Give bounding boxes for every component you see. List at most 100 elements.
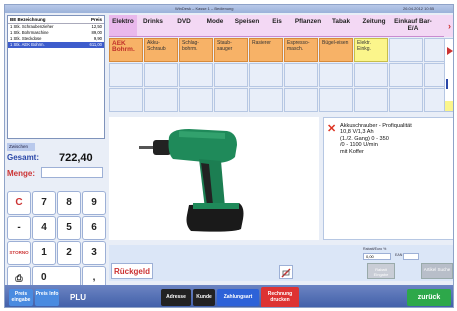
empty-article-button[interactable]	[179, 88, 213, 112]
article-button[interactable]: Elektr. Einkg.	[354, 38, 388, 62]
back-button[interactable]: zurück	[407, 289, 451, 306]
storno-key[interactable]: STORNO	[7, 241, 31, 265]
article-search-button[interactable]: Artikel Suche	[421, 263, 453, 279]
quantity-label: Menge:	[7, 169, 35, 178]
title-bar: WinDesk – Kasse 1 – Bedienung 26.04.2012…	[5, 5, 453, 13]
action-bar: Rückgeld Rabatt/Euro % 0,00 EAN Rabatt E…	[109, 245, 453, 281]
yellow-marker	[445, 101, 453, 111]
empty-article-button[interactable]	[389, 63, 423, 87]
window-title: WinDesk – Kasse 1 – Bedienung	[175, 6, 234, 11]
discount-entry-button[interactable]: Rabatt Eingabe	[367, 263, 395, 279]
next-page-arrow-icon[interactable]	[447, 47, 453, 55]
key-9[interactable]: 9	[82, 191, 106, 215]
cordless-drill-image	[139, 129, 244, 232]
price-entry-button[interactable]: Preis eingabe	[9, 289, 33, 306]
total-label: Gesamt:	[7, 153, 40, 162]
empty-article-button[interactable]	[319, 88, 353, 112]
minus-key[interactable]: -	[7, 216, 31, 240]
empty-article-button[interactable]	[284, 88, 318, 112]
bottom-toolbar: Preis eingabe Preis Info PLU Adresse Kun…	[5, 285, 453, 307]
key-7[interactable]: 7	[32, 191, 56, 215]
payment-method-button[interactable]: Zahlungsart	[217, 289, 259, 306]
category-tab[interactable]: Speisen	[231, 15, 263, 36]
empty-article-button[interactable]	[389, 38, 423, 62]
empty-article-button[interactable]	[109, 63, 143, 87]
empty-article-button[interactable]	[284, 63, 318, 87]
ean-label: EAN	[395, 253, 403, 257]
empty-article-button[interactable]	[109, 88, 143, 112]
receipt-header-left: BE Bezeichnung	[10, 17, 46, 22]
empty-article-button[interactable]	[354, 88, 388, 112]
category-tab[interactable]: Eis	[263, 15, 291, 36]
article-button[interactable]: Espresso-masch.	[284, 38, 318, 62]
grid-scroll-strip[interactable]	[444, 38, 453, 112]
empty-article-button[interactable]	[144, 88, 178, 112]
product-description: Akkuschrauber - Profiqualität 10,8 V/1,3…	[340, 123, 412, 155]
print-invoice-button[interactable]: Rechnung drucken	[261, 287, 299, 307]
customer-button[interactable]: Kunde	[193, 289, 215, 306]
category-tab[interactable]: Einkauf Bar-E/A	[391, 15, 435, 36]
article-button[interactable]: Schlag-bohrm.	[179, 38, 213, 62]
empty-article-button[interactable]	[179, 63, 213, 87]
total-value: 722,40	[59, 152, 93, 164]
receipt-header-right: Preis	[90, 17, 102, 22]
receipt-row-text: 1 Stk. AEK Bohrm.	[10, 42, 45, 47]
empty-article-button[interactable]	[144, 63, 178, 87]
empty-article-button[interactable]	[354, 63, 388, 87]
no-discount-icon[interactable]	[279, 265, 293, 279]
key-2[interactable]: 2	[57, 241, 81, 265]
key-6[interactable]: 6	[82, 216, 106, 240]
article-button[interactable]: Akku-Schraub	[144, 38, 178, 62]
totals-panel: Zwischen Gesamt: 722,40 Menge:	[7, 143, 105, 181]
key-8[interactable]: 8	[57, 191, 81, 215]
category-tab[interactable]: Tabak	[325, 15, 357, 36]
ean-input[interactable]	[403, 253, 419, 260]
category-tab[interactable]: Drinks	[137, 15, 169, 36]
empty-article-button[interactable]	[424, 88, 446, 112]
quantity-input[interactable]	[41, 167, 103, 178]
window-time: 26.04.2012 10:55	[403, 6, 435, 11]
empty-article-button[interactable]	[424, 63, 446, 87]
numeric-keypad: C 7 8 9 - 4 5 6 STORNO 1 2 3 ⎙ 0 ,	[7, 191, 106, 291]
receipt-list[interactable]: BE Bezeichnung Preis 1 Stk. Schraubenzie…	[7, 15, 105, 139]
drill-chuck	[153, 140, 171, 155]
empty-article-button[interactable]	[214, 88, 248, 112]
category-next-arrow-icon[interactable]: ›	[444, 15, 453, 37]
empty-article-button[interactable]	[249, 63, 283, 87]
close-x-icon[interactable]: ✕	[327, 122, 336, 135]
empty-article-button[interactable]	[319, 63, 353, 87]
empty-article-button[interactable]	[214, 63, 248, 87]
address-button[interactable]: Adresse	[161, 289, 191, 306]
product-image-area	[109, 117, 319, 240]
receipt-header: BE Bezeichnung Preis	[8, 16, 104, 24]
empty-article-button[interactable]	[424, 38, 446, 62]
category-tab[interactable]: Mode	[199, 15, 231, 36]
plu-button[interactable]: PLU	[63, 289, 93, 306]
key-5[interactable]: 5	[57, 216, 81, 240]
category-tab[interactable]: Pflanzen	[291, 15, 325, 36]
drill-bit	[139, 146, 153, 149]
key-4[interactable]: 4	[32, 216, 56, 240]
clear-key[interactable]: C	[7, 191, 31, 215]
receipt-row-selected[interactable]: 1 Stk. AEK Bohrm. 611,00	[8, 42, 104, 48]
subtotal-label: Zwischen	[7, 143, 35, 151]
key-3[interactable]: 3	[82, 241, 106, 265]
product-description-panel: ✕ Akkuschrauber - Profiqualität 10,8 V/1…	[323, 117, 453, 240]
bar-icon	[446, 79, 453, 89]
change-button[interactable]: Rückgeld	[111, 263, 153, 279]
category-tab[interactable]: Zeitung	[357, 15, 391, 36]
discount-label: Rabatt/Euro %	[363, 247, 387, 251]
empty-article-button[interactable]	[249, 88, 283, 112]
key-1[interactable]: 1	[32, 241, 56, 265]
price-info-button[interactable]: Preis Info	[35, 289, 59, 306]
article-button[interactable]: AEK Bohrm.	[109, 38, 143, 62]
category-tab[interactable]: DVD	[169, 15, 199, 36]
article-button[interactable]: Bügel-eisen	[319, 38, 353, 62]
discount-input[interactable]: 0,00	[363, 253, 391, 260]
empty-article-button[interactable]	[389, 88, 423, 112]
article-button[interactable]: Staub-sauger	[214, 38, 248, 62]
cash-drawer-icon: ⎙	[15, 273, 23, 283]
category-tab[interactable]: Elektro	[109, 15, 137, 36]
receipt-row-price: 611,00	[89, 42, 103, 47]
article-button[interactable]: Rasierer	[249, 38, 283, 62]
